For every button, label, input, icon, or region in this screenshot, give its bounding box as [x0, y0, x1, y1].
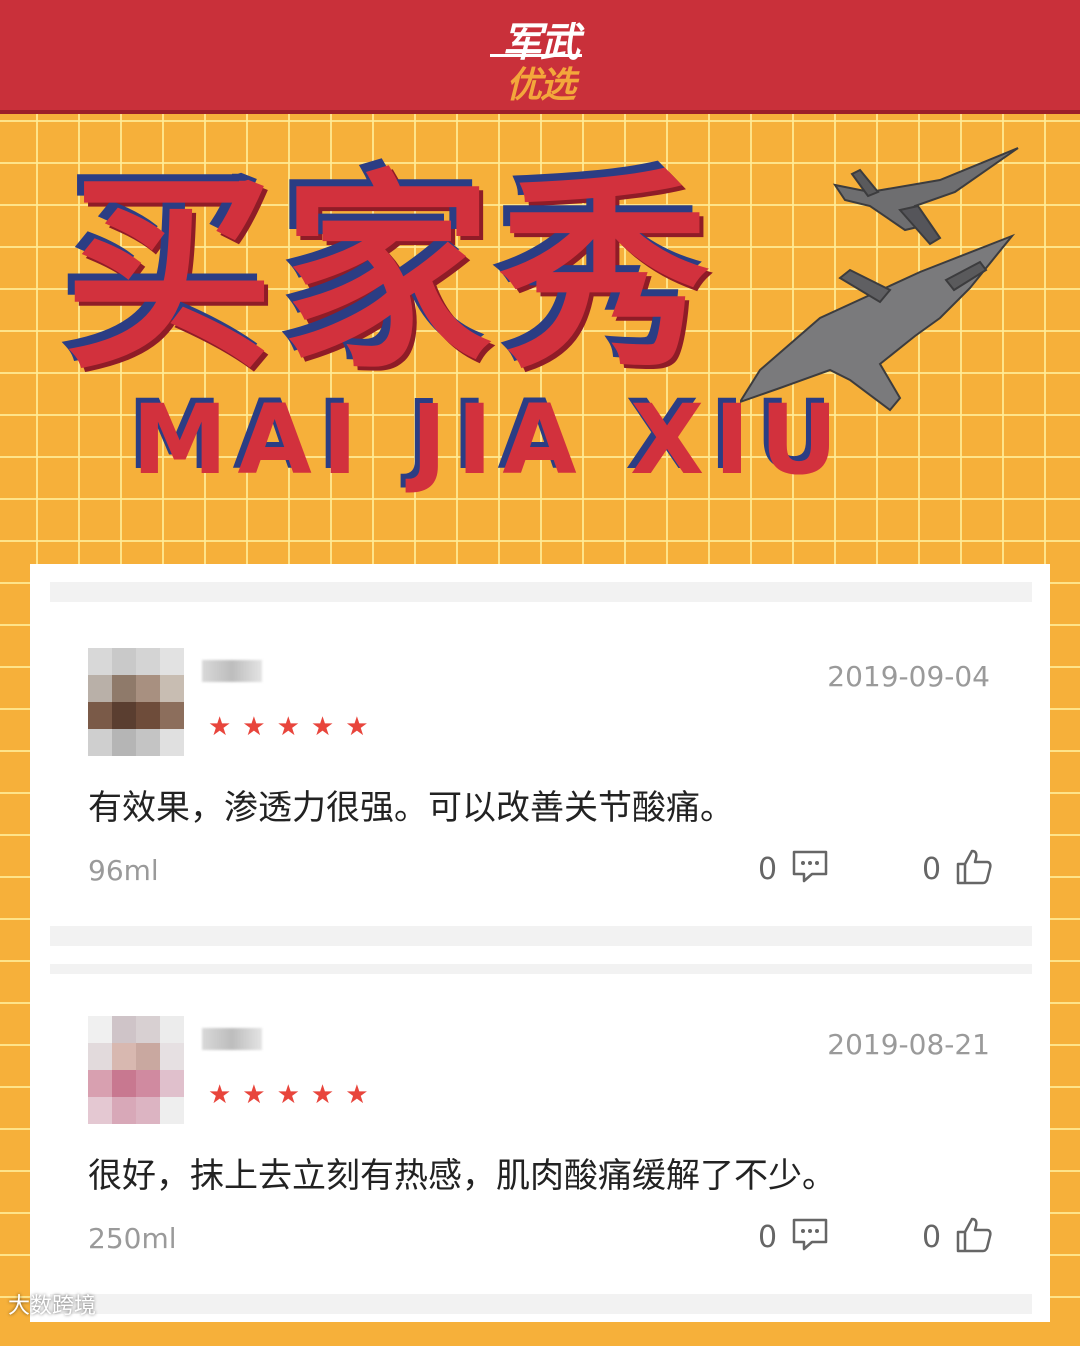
star-rating: ★★★★★: [208, 712, 380, 742]
star-rating: ★★★★★: [208, 1080, 380, 1110]
username-blurred: [202, 1028, 262, 1050]
review-date: 2019-09-04: [827, 660, 990, 693]
header-bar: 军武 优选: [0, 0, 1080, 114]
divider: [50, 964, 1032, 974]
comment-count: 0: [758, 852, 778, 887]
username-blurred: [202, 660, 262, 682]
review-text: 很好，抹上去立刻有热感，肌肉酸痛缓解了不少。: [88, 1156, 836, 1196]
brand-logo-bottom: 优选: [505, 65, 576, 106]
like-count: 0: [922, 852, 942, 887]
product-spec: 250ml: [88, 1222, 177, 1255]
divider: [50, 582, 1032, 602]
divider: [50, 926, 1032, 946]
like-count: 0: [922, 1220, 942, 1255]
thumbs-up-icon[interactable]: [954, 1216, 994, 1254]
banner-title: 买家秀: [64, 152, 719, 397]
reviews-card: ★★★★★ 2019-09-04 有效果，渗透力很强。可以改善关节酸痛。 96m…: [30, 564, 1050, 1322]
comment-icon[interactable]: [790, 848, 830, 884]
watermark: 大数跨境: [8, 1294, 97, 1319]
review-date: 2019-08-21: [827, 1028, 990, 1061]
thumbs-up-icon[interactable]: [954, 848, 994, 886]
comment-count: 0: [758, 1220, 778, 1255]
fighter-jets-illustration: [740, 147, 1019, 412]
comment-icon[interactable]: [790, 1216, 830, 1252]
avatar[interactable]: [88, 1016, 186, 1126]
banner-subtitle: MAI JIA XIU: [132, 384, 848, 496]
review-text: 有效果，渗透力很强。可以改善关节酸痛。: [88, 788, 734, 828]
jet-icon-upper: [832, 147, 1019, 246]
divider: [50, 1294, 1032, 1314]
product-spec: 96ml: [88, 854, 159, 887]
avatar[interactable]: [88, 648, 186, 758]
